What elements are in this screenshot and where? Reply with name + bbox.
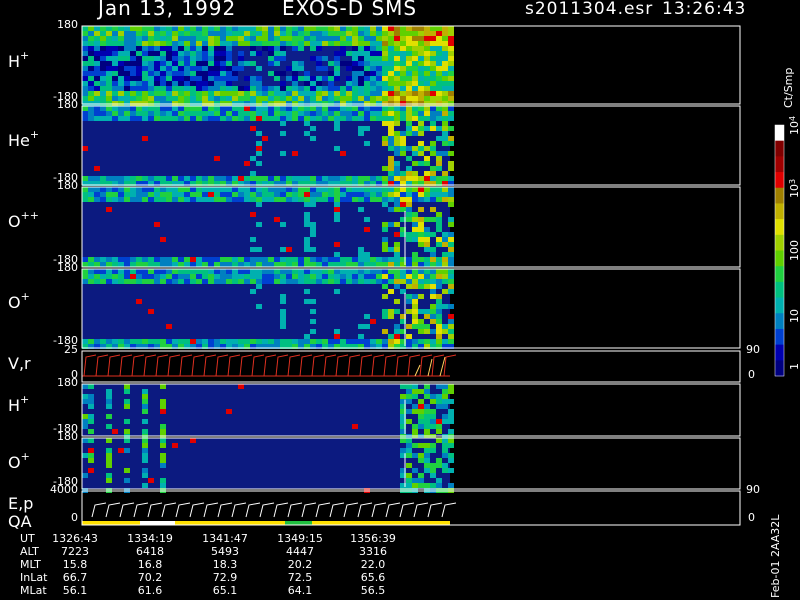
ephemeris-cell: 70.2 (137, 571, 163, 584)
ephemeris-cell: 64.1 (287, 584, 313, 597)
ephemeris-cell: 72.5 (287, 571, 313, 584)
right-tick-label: 90 (746, 483, 760, 496)
colorbar-swatch (775, 297, 784, 314)
colorbar-swatch (775, 360, 784, 377)
colorbar-swatch (775, 313, 784, 330)
heatmap-cells (82, 26, 454, 106)
colorbar-tick-label: 100 (788, 239, 800, 261)
panel-label: O+ (8, 290, 30, 312)
footer-text: Feb-01 2AA32L (769, 514, 782, 598)
ephemeris-cell: 5493 (211, 545, 239, 558)
ephemeris-cell: 72.9 (212, 571, 238, 584)
right-tick-label: 0 (748, 368, 755, 381)
ephemeris-cell: 1326:43 (52, 532, 98, 545)
header-time: 13:26:43 (662, 0, 747, 19)
ephemeris-cell: 7223 (61, 545, 89, 558)
colorbar-tick-label: 10 (788, 309, 800, 324)
panel-label: V,r (8, 354, 31, 373)
ephemeris-cell: 22.0 (360, 558, 386, 571)
heatmap-background (82, 438, 450, 489)
panel-label: H+ (8, 393, 30, 415)
ephemeris-cell: 1334:19 (127, 532, 173, 545)
ephemeris-cell: 18.3 (212, 558, 238, 571)
ephemeris-cell: 56.1 (62, 584, 88, 597)
colorbar-swatch (775, 172, 784, 189)
colorbar-tick-label: 104 (788, 115, 800, 135)
y-tick-label: 180 (57, 98, 78, 111)
colorbar-swatch (775, 156, 784, 173)
colorbar-swatch (775, 328, 784, 346)
ephemeris-cell: 3316 (359, 545, 387, 558)
panel-label: O+ (8, 450, 30, 472)
header-file: s2011304.esr (525, 0, 654, 19)
ephemeris-cell: 1341:47 (202, 532, 248, 545)
panel-label: E,p (8, 494, 34, 513)
colorbar-swatch (775, 281, 784, 299)
colorbar-tick-label: 1 (788, 363, 800, 370)
y-tick-label: 180 (57, 179, 78, 192)
colorbar-swatch (775, 219, 784, 236)
colorbar-swatch (775, 266, 784, 283)
ephemeris-cell: 1349:15 (277, 532, 323, 545)
ephemeris-cell: 66.7 (62, 571, 88, 584)
colorbar-tick-label: 103 (788, 178, 800, 198)
spectrogram-plot (81, 25, 785, 526)
colorbar-swatch (775, 203, 784, 220)
ephemeris-cell: 4447 (286, 545, 314, 558)
ephemeris-cell: 56.5 (360, 584, 386, 597)
right-tick-label: 0 (748, 511, 755, 524)
ephemeris-row-label: MLT (20, 558, 41, 571)
ephemeris-cell: 65.1 (212, 584, 238, 597)
y-tick-label: 4000 (50, 483, 78, 496)
right-tick-label: 90 (746, 343, 760, 356)
panel-label: H+ (8, 49, 30, 71)
header-date: Jan 13, 1992 (98, 0, 237, 20)
panel-label: He+ (8, 128, 40, 150)
y-tick-label: 180 (57, 376, 78, 389)
ephemeris-cell: 65.6 (360, 571, 386, 584)
colorbar-swatch (775, 187, 784, 204)
panel-frame (81, 490, 741, 526)
y-tick-label: 180 (57, 261, 78, 274)
y-tick-label: 180 (57, 430, 78, 443)
panel-label: O++ (8, 209, 40, 231)
panel-sublabel: QA (8, 512, 32, 531)
ephemeris-cell: 1356:39 (350, 532, 396, 545)
ephemeris-cell: 16.8 (137, 558, 163, 571)
colorbar-swatch (775, 125, 784, 142)
ephemeris-cell: 20.2 (287, 558, 313, 571)
heatmap-background (82, 384, 450, 436)
y-tick-label: 180 (57, 18, 78, 31)
colorbar-swatch (775, 140, 784, 157)
ephemeris-cell: 15.8 (62, 558, 88, 571)
y-tick-label: 25 (64, 343, 78, 356)
e-series (91, 502, 457, 518)
ephemeris-row-label: UT (20, 532, 35, 545)
colorbar-swatch (775, 234, 784, 251)
colorbar-unit: Ct/Smp (782, 67, 795, 108)
qa-bar (82, 521, 450, 525)
colorbar-swatch (775, 250, 784, 267)
header-mission: EXOS-D SMS (282, 0, 418, 20)
colorbar-swatch (775, 344, 784, 361)
ephemeris-cell: 61.6 (137, 584, 163, 597)
ephemeris-row-label: ALT (20, 545, 39, 558)
y-tick-label: 0 (71, 511, 78, 524)
ephemeris-cell: 6418 (136, 545, 164, 558)
